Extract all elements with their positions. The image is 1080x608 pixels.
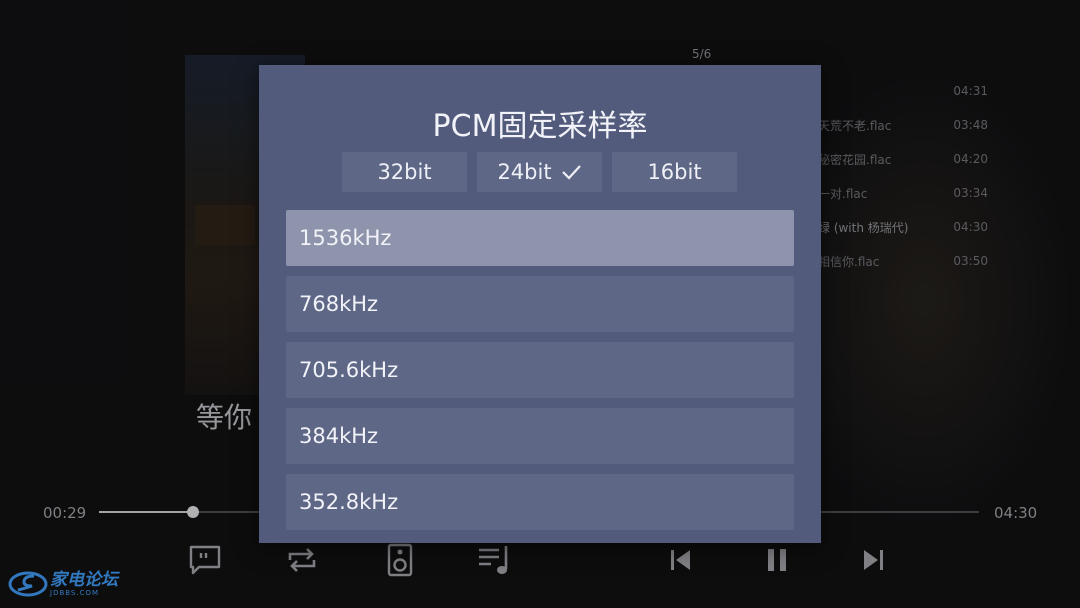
check-icon bbox=[561, 165, 581, 180]
tab-32bit[interactable]: 32bit bbox=[342, 152, 467, 192]
rate-option-705-6khz[interactable]: 705.6kHz bbox=[286, 342, 794, 398]
rate-option-1536khz[interactable]: 1536kHz bbox=[286, 210, 794, 266]
rate-option-768khz[interactable]: 768kHz bbox=[286, 276, 794, 332]
sample-rate-list: 1536kHz 768kHz 705.6kHz 384kHz 352.8kHz bbox=[286, 210, 794, 540]
rate-option-label: 384kHz bbox=[299, 424, 379, 448]
tab-16bit[interactable]: 16bit bbox=[612, 152, 737, 192]
tab-24bit[interactable]: 24bit bbox=[477, 152, 602, 192]
tab-label: 16bit bbox=[647, 160, 702, 184]
tab-label: 24bit bbox=[497, 160, 552, 184]
rate-option-label: 1536kHz bbox=[299, 226, 392, 250]
rate-option-384khz[interactable]: 384kHz bbox=[286, 408, 794, 464]
dialog-title: PCM固定采样率 bbox=[432, 109, 648, 144]
tab-label: 32bit bbox=[377, 160, 432, 184]
sample-rate-dialog: PCM固定采样率 32bit 24bit 16bit 1536kHz 768kH… bbox=[259, 65, 821, 543]
bit-depth-tabs: 32bit 24bit 16bit bbox=[342, 152, 737, 192]
rate-option-label: 705.6kHz bbox=[299, 358, 399, 382]
rate-option-label: 768kHz bbox=[299, 292, 379, 316]
rate-option-352-8khz[interactable]: 352.8kHz bbox=[286, 474, 794, 530]
rate-option-label: 352.8kHz bbox=[299, 490, 399, 514]
